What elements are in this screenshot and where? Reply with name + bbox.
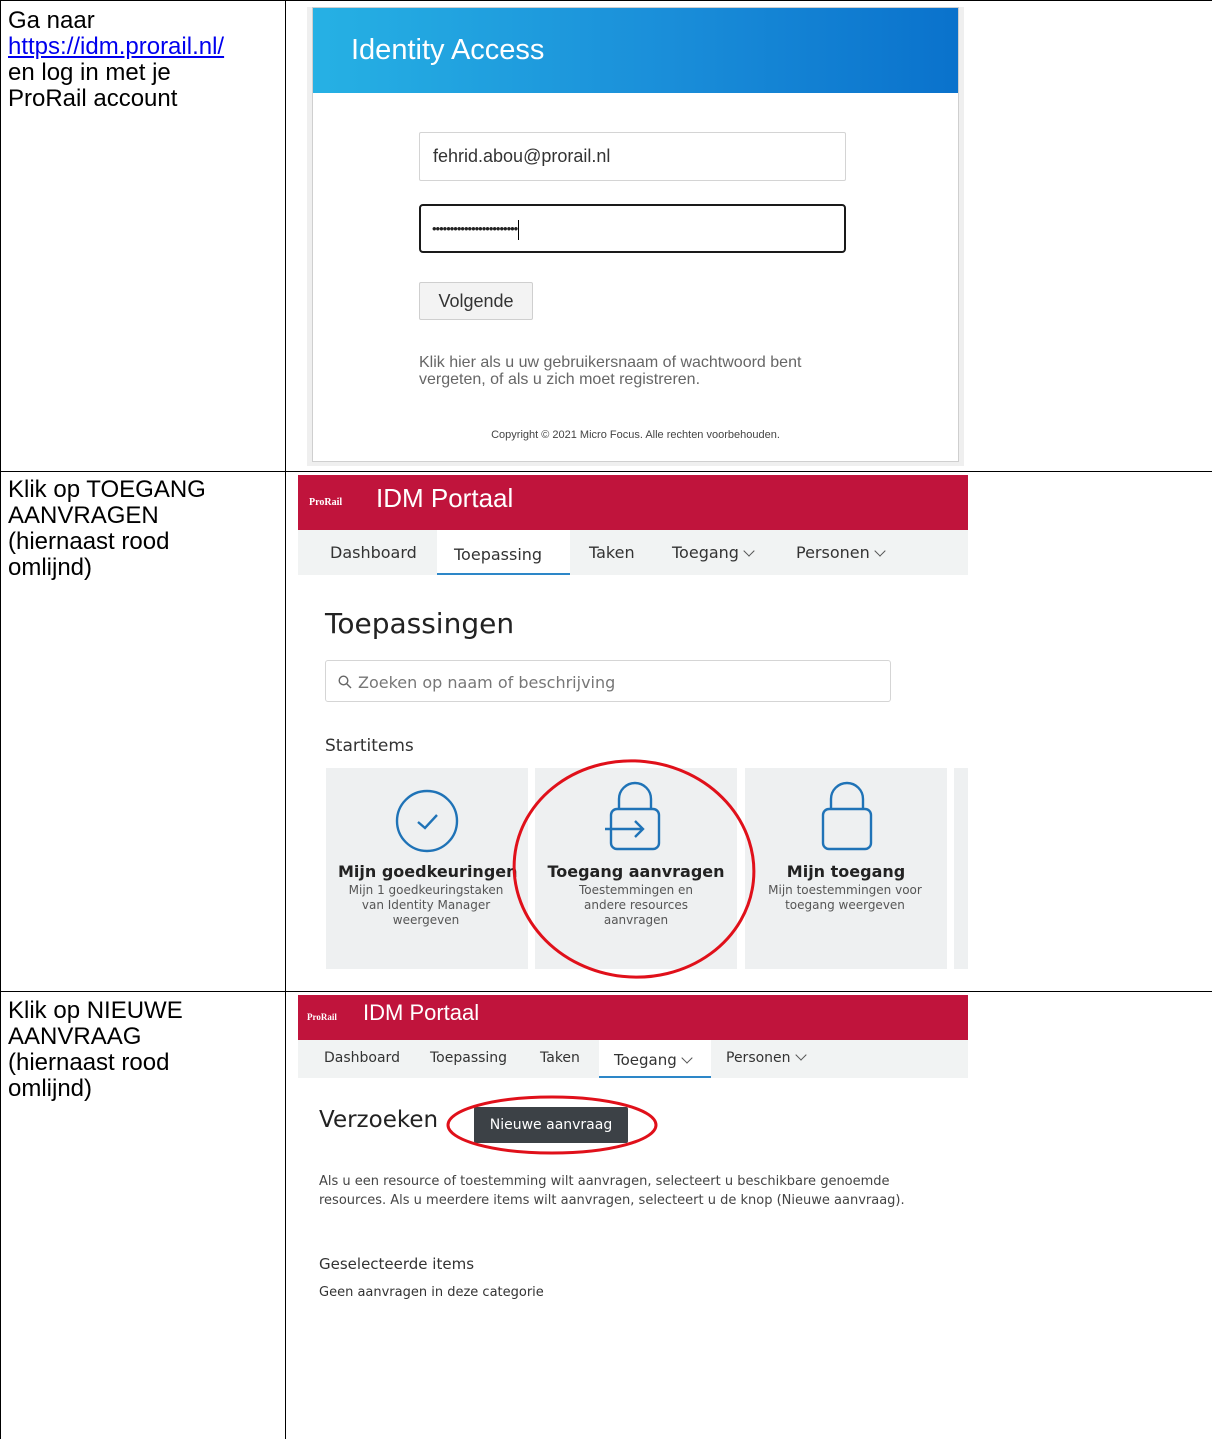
instruction-line: Klik op NIEUWE xyxy=(8,997,183,1024)
instruction-line: (hiernaast rood xyxy=(8,528,170,555)
instruction-line: (hiernaast rood xyxy=(8,1049,170,1076)
username-value: fehrid.abou@prorail.nl xyxy=(433,146,611,166)
login-card: Identity Access fehrid.abou@prorail.nl •… xyxy=(312,7,959,462)
red-highlight-ellipse xyxy=(446,1095,658,1155)
prorail-logo: ProRail xyxy=(307,1012,337,1022)
table-row-divider-1 xyxy=(0,471,1212,472)
instruction-line: Klik op TOEGANG xyxy=(8,476,206,503)
table-column-divider xyxy=(285,0,286,1439)
idm-link[interactable]: https://idm.prorail.nl/ xyxy=(8,33,224,60)
portal-title: IDM Portaal xyxy=(363,1000,480,1025)
forgot-credentials-link[interactable]: Klik hier als u uw gebruikersnaam of wac… xyxy=(419,354,839,388)
instruction-step-3: Klik op NIEUWE AANVRAAG (hiernaast rood … xyxy=(8,998,183,1102)
search-input[interactable]: Zoeken op naam of beschrijving xyxy=(325,660,891,702)
portal-header: ProRail IDM Portaal xyxy=(298,995,968,1040)
chevron-down-icon xyxy=(874,545,886,557)
nav-toegang[interactable]: Toegang xyxy=(614,1051,693,1069)
check-circle-icon xyxy=(395,789,459,853)
portal-nav: Dashboard Toepassing Taken Toegang Perso… xyxy=(298,530,968,575)
selected-items-title: Geselecteerde items xyxy=(319,1255,475,1273)
nav-toegang[interactable]: Toegang xyxy=(672,543,755,562)
chevron-down-icon xyxy=(743,545,755,557)
table-border-left xyxy=(0,0,1,1439)
instruction-line: ProRail account xyxy=(8,85,178,112)
search-icon xyxy=(338,675,352,689)
nav-taken[interactable]: Taken xyxy=(589,543,635,562)
password-value: •••••••••••••••••••••••• xyxy=(432,221,518,236)
request-description: Als u een resource of toestemming wilt a… xyxy=(319,1174,905,1208)
nav-dashboard[interactable]: Dashboard xyxy=(330,543,417,562)
tile-my-access[interactable]: Mijn toegang Mijn toestemmingen voor toe… xyxy=(745,768,947,969)
username-field[interactable]: fehrid.abou@prorail.nl xyxy=(419,132,846,181)
nav-personen[interactable]: Personen xyxy=(726,1049,807,1066)
login-screenshot: Identity Access fehrid.abou@prorail.nl •… xyxy=(307,7,964,466)
lock-icon xyxy=(821,781,873,851)
portal-header: ProRail IDM Portaal xyxy=(298,475,968,530)
nav-toepassing[interactable]: Toepassing xyxy=(430,1050,507,1066)
next-button[interactable]: Volgende xyxy=(419,282,533,320)
tile-title: Mijn toegang xyxy=(786,862,906,881)
nav-toegang-label: Toegang xyxy=(614,1051,677,1069)
portal-nav: Dashboard Toepassing Taken Toegang Perso… xyxy=(298,1040,968,1078)
nav-personen[interactable]: Personen xyxy=(796,543,886,562)
chevron-down-icon xyxy=(794,1049,807,1061)
login-header: Identity Access xyxy=(313,8,958,93)
login-title: Identity Access xyxy=(351,34,545,66)
table-row-divider-2 xyxy=(0,991,1212,992)
search-placeholder: Zoeken op naam of beschrijving xyxy=(358,673,616,692)
instruction-step-1: Ga naar https://idm.prorail.nl/ en log i… xyxy=(8,8,224,112)
page-title: Toepassingen xyxy=(325,607,515,640)
empty-state-text: Geen aanvragen in deze categorie xyxy=(319,1285,544,1300)
nav-personen-label: Personen xyxy=(796,543,870,562)
portal-screenshot-applications: ProRail IDM Portaal Dashboard Toepassing… xyxy=(298,475,968,979)
tile-description: Mijn 1 goedkeuringstaken van Identity Ma… xyxy=(348,883,504,927)
table-border-top xyxy=(0,0,1212,1)
instruction-line: en log in met je xyxy=(8,59,171,86)
portal-title: IDM Portaal xyxy=(376,483,514,513)
section-title: Startitems xyxy=(325,736,414,756)
nav-personen-label: Personen xyxy=(726,1050,791,1066)
nav-toegang-label: Toegang xyxy=(672,543,739,562)
tile-my-approvals[interactable]: Mijn goedkeuringen Mijn 1 goedkeuringsta… xyxy=(326,768,528,969)
red-highlight-ellipse xyxy=(512,759,756,979)
nav-taken[interactable]: Taken xyxy=(540,1050,580,1066)
tile-description: Mijn toestemmingen voor toegang weergeve… xyxy=(768,883,922,912)
nav-toepassing[interactable]: Toepassing xyxy=(454,545,542,564)
copyright-text: Copyright © 2021 Micro Focus. Alle recht… xyxy=(491,429,780,441)
tile-partial-next xyxy=(954,768,968,969)
password-field[interactable]: •••••••••••••••••••••••• xyxy=(419,204,846,253)
instruction-line: AANVRAGEN xyxy=(8,502,159,529)
instruction-line: Ga naar xyxy=(8,7,95,34)
instruction-line: AANVRAAG xyxy=(8,1023,142,1050)
instruction-step-2: Klik op TOEGANG AANVRAGEN (hiernaast roo… xyxy=(8,477,206,581)
chevron-down-icon xyxy=(681,1052,693,1064)
page-title: Verzoeken xyxy=(319,1107,439,1133)
portal-screenshot-requests: ProRail IDM Portaal Dashboard Toepassing… xyxy=(298,995,968,1315)
prorail-logo: ProRail xyxy=(309,497,343,508)
instruction-line: omlijnd) xyxy=(8,1075,93,1102)
text-cursor xyxy=(518,219,520,240)
instruction-line: omlijnd) xyxy=(8,554,93,581)
nav-dashboard[interactable]: Dashboard xyxy=(324,1050,400,1066)
